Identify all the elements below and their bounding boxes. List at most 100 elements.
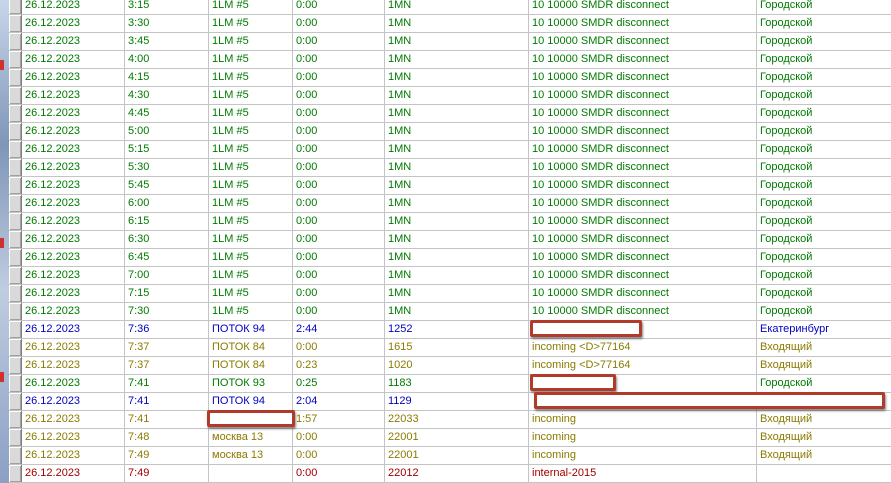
cell-type: Городской: [760, 89, 813, 101]
cell-line: ПОТОК 94: [209, 321, 293, 338]
cell-number: 1MN: [385, 105, 529, 122]
table-row[interactable]: 26.12.2023 7:49 москва 13 0:00 22001 incoming…: [9, 447, 891, 465]
cell-number: 1183: [385, 375, 529, 392]
cell-type: Городской: [760, 179, 813, 191]
row-selector[interactable]: [9, 33, 22, 50]
table-row[interactable]: 26.12.2023 3:30 1LM #5 0:00 1MN 10 10000 SMDR…: [9, 15, 891, 33]
edge-marker: [0, 238, 4, 248]
row-selector[interactable]: [9, 231, 22, 248]
cell-number: 1MN: [385, 213, 529, 230]
table-row[interactable]: 26.12.2023 4:00 1LM #5 0:00 1MN 10 10000 SMDR…: [9, 51, 891, 69]
cell-number: 1MN: [385, 0, 529, 14]
row-selector[interactable]: [9, 339, 22, 356]
cell-info: 10 10000 SMDR disconnect: [529, 69, 757, 86]
table-row[interactable]: 26.12.2023 4:30 1LM #5 0:00 1MN 10 10000 SMDR…: [9, 87, 891, 105]
row-selector[interactable]: [9, 177, 22, 194]
cell-type: Городской: [760, 251, 813, 263]
row-selector[interactable]: [9, 465, 22, 482]
row-selector[interactable]: [9, 393, 22, 410]
cell-time: 7:41: [125, 393, 209, 410]
table-row[interactable]: 26.12.2023 5:15 1LM #5 0:00 1MN 10 10000 SMDR…: [9, 141, 891, 159]
row-selector[interactable]: [9, 411, 22, 428]
cell-type: Городской: [760, 305, 813, 317]
cell-number: 1MN: [385, 177, 529, 194]
cell-type: Входящий: [760, 431, 813, 443]
cell-date: 26.12.2023: [22, 249, 125, 266]
table-row[interactable]: 26.12.2023 5:45 1LM #5 0:00 1MN 10 10000 SMDR…: [9, 177, 891, 195]
row-selector[interactable]: [9, 357, 22, 374]
cell-time: 6:15: [125, 213, 209, 230]
cell-time: 5:00: [125, 123, 209, 140]
table-row[interactable]: 26.12.2023 7:00 1LM #5 0:00 1MN 10 10000 SMDR…: [9, 267, 891, 285]
table-row[interactable]: 26.12.2023 5:30 1LM #5 0:00 1MN 10 10000 SMDR…: [9, 159, 891, 177]
row-selector[interactable]: [9, 447, 22, 464]
cell-type: Городской: [760, 143, 813, 155]
table-row[interactable]: 26.12.2023 4:15 1LM #5 0:00 1MN 10 10000 SMDR…: [9, 69, 891, 87]
cell-line: 1LM #5: [209, 33, 293, 50]
row-selector[interactable]: [9, 141, 22, 158]
cell-date: 26.12.2023: [22, 393, 125, 410]
row-selector[interactable]: [9, 0, 22, 14]
cell-type: Городской: [760, 17, 813, 29]
cell-time: 7:30: [125, 303, 209, 320]
table-row[interactable]: 26.12.2023 3:15 1LM #5 0:00 1MN 10 10000 SMDR…: [9, 0, 891, 15]
table-row[interactable]: 26.12.2023 6:45 1LM #5 0:00 1MN 10 10000 SMDR…: [9, 249, 891, 267]
table-row[interactable]: 26.12.2023 7:30 1LM #5 0:00 1MN 10 10000 SMDR…: [9, 303, 891, 321]
cell-line: [209, 465, 293, 482]
table-row[interactable]: 26.12.2023 6:00 1LM #5 0:00 1MN 10 10000 SMDR…: [9, 195, 891, 213]
cell-info: 10 10000 SMDR disconnect: [529, 231, 757, 248]
cell-duration: 0:00: [293, 141, 385, 158]
row-selector[interactable]: [9, 321, 22, 338]
cell-duration: 0:00: [293, 0, 385, 14]
row-selector[interactable]: [9, 51, 22, 68]
cell-line: 1LM #5: [209, 177, 293, 194]
row-selector[interactable]: [9, 285, 22, 302]
row-selector[interactable]: [9, 123, 22, 140]
cell-duration: 0:00: [293, 105, 385, 122]
cell-line: москва 13: [209, 429, 293, 446]
row-selector[interactable]: [9, 429, 22, 446]
cell-type: Городской: [760, 35, 813, 47]
row-selector[interactable]: [9, 87, 22, 104]
cell-type: Екатеринбург: [760, 323, 830, 335]
table-row[interactable]: 26.12.2023 7:15 1LM #5 0:00 1MN 10 10000 SMDR…: [9, 285, 891, 303]
table-row[interactable]: 26.12.2023 7:37 ПОТОК 84 0:23 1020 incoming <…: [9, 357, 891, 375]
cell-number: 1MN: [385, 87, 529, 104]
cell-line: 1LM #5: [209, 69, 293, 86]
table-row[interactable]: 26.12.2023 6:15 1LM #5 0:00 1MN 10 10000 SMDR…: [9, 213, 891, 231]
redaction-box: [530, 320, 642, 337]
cell-line: 1LM #5: [209, 285, 293, 302]
cell-duration: 0:00: [293, 15, 385, 32]
row-selector[interactable]: [9, 249, 22, 266]
row-selector[interactable]: [9, 195, 22, 212]
cell-date: 26.12.2023: [22, 87, 125, 104]
table-row[interactable]: 26.12.2023 7:41 1:57 22033 incoming Входящий: [9, 411, 891, 429]
cell-info: internal-2015: [529, 465, 757, 482]
cell-date: 26.12.2023: [22, 231, 125, 248]
table-row[interactable]: 26.12.2023 6:30 1LM #5 0:00 1MN 10 10000 SMDR…: [9, 231, 891, 249]
cell-date: 26.12.2023: [22, 159, 125, 176]
row-selector[interactable]: [9, 375, 22, 392]
row-selector[interactable]: [9, 213, 22, 230]
redaction-box: [534, 392, 885, 409]
row-selector[interactable]: [9, 303, 22, 320]
cell-line: 1LM #5: [209, 231, 293, 248]
row-selector[interactable]: [9, 69, 22, 86]
cell-info: 10 10000 SMDR disconnect: [529, 15, 757, 32]
row-selector[interactable]: [9, 267, 22, 284]
cell-duration: 0:00: [293, 195, 385, 212]
cell-date: 26.12.2023: [22, 465, 125, 482]
table-row[interactable]: 26.12.2023 7:37 ПОТОК 84 0:00 1615 incoming <…: [9, 339, 891, 357]
table-row[interactable]: 26.12.2023 7:48 москва 13 0:00 22001 incoming…: [9, 429, 891, 447]
row-selector[interactable]: [9, 15, 22, 32]
table-row[interactable]: 26.12.2023 7:41 ПОТОК 93 0:25 1183 Городской: [9, 375, 891, 393]
table-row[interactable]: 26.12.2023 5:00 1LM #5 0:00 1MN 10 10000 SMDR…: [9, 123, 891, 141]
row-selector[interactable]: [9, 105, 22, 122]
table-row[interactable]: 26.12.2023 7:49 0:00 22012 internal-2015: [9, 465, 891, 483]
cell-info: 10 10000 SMDR disconnect: [529, 285, 757, 302]
row-selector[interactable]: [9, 159, 22, 176]
table-row[interactable]: 26.12.2023 3:45 1LM #5 0:00 1MN 10 10000 SMDR…: [9, 33, 891, 51]
table-row[interactable]: 26.12.2023 7:36 ПОТОК 94 2:44 1252 Екатеринбу…: [9, 321, 891, 339]
cell-number: 1MN: [385, 285, 529, 302]
table-row[interactable]: 26.12.2023 4:45 1LM #5 0:00 1MN 10 10000 SMDR…: [9, 105, 891, 123]
